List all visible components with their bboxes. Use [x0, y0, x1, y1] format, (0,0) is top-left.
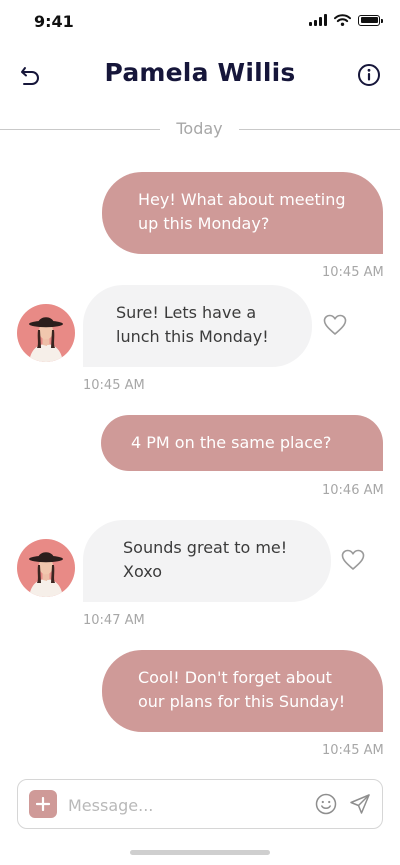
like-button[interactable] [322, 313, 348, 337]
incoming-message-bubble[interactable]: Sure! Lets have a lunch this Monday! [83, 285, 312, 367]
message-timestamp: 10:47 AM [83, 613, 145, 628]
send-button[interactable] [348, 792, 372, 816]
chat-header: Pamela Willis [0, 46, 400, 104]
message-timestamp: 10:46 AM [322, 483, 384, 498]
message-text-line: up this Monday? [138, 214, 270, 233]
outgoing-message-bubble[interactable]: Cool! Don't forget about our plans for t… [102, 650, 383, 732]
paper-plane-icon [350, 794, 370, 814]
heart-outline-icon [341, 549, 365, 570]
wifi-icon [334, 14, 351, 26]
message-text-line: Sounds great to me! [123, 538, 288, 557]
info-button[interactable] [354, 60, 384, 90]
message-text-line: 4 PM on the same place? [131, 433, 332, 452]
plus-icon [36, 797, 50, 811]
message-text-line: Hey! What about meeting [138, 190, 346, 209]
contact-avatar[interactable] [17, 304, 75, 362]
heart-outline-icon [323, 314, 347, 335]
message-composer [17, 779, 383, 829]
message-timestamp: 10:45 AM [322, 743, 384, 758]
status-time: 9:41 [34, 12, 74, 31]
contact-avatar[interactable] [17, 539, 75, 597]
home-indicator [130, 850, 270, 855]
message-timestamp: 10:45 AM [322, 265, 384, 280]
message-text-line: our plans for this Sunday! [138, 692, 346, 711]
message-input[interactable] [68, 792, 300, 818]
info-circle-icon [358, 64, 380, 86]
divider-line [239, 129, 400, 130]
status-icons [309, 14, 383, 26]
message-timestamp: 10:45 AM [83, 378, 145, 393]
emoji-button[interactable] [314, 792, 338, 816]
message-text-line: Sure! Lets have a [116, 303, 257, 322]
smiley-icon [315, 793, 337, 815]
like-button[interactable] [340, 548, 366, 572]
avatar-image [17, 539, 75, 597]
date-divider: Today [0, 118, 400, 140]
add-attachment-button[interactable] [29, 790, 57, 818]
message-text-line: Cool! Don't forget about [138, 668, 332, 687]
battery-icon [358, 14, 383, 26]
message-text-line: lunch this Monday! [116, 327, 269, 346]
outgoing-message-bubble[interactable]: Hey! What about meeting up this Monday? [102, 172, 383, 254]
status-bar: 9:41 [0, 0, 400, 46]
incoming-message-bubble[interactable]: Sounds great to me! Xoxo [83, 520, 331, 602]
date-label: Today [176, 119, 223, 138]
message-text-line: Xoxo [123, 562, 163, 581]
avatar-image [17, 304, 75, 362]
divider-line [0, 129, 160, 130]
cellular-signal-icon [309, 14, 327, 26]
contact-name: Pamela Willis [104, 58, 296, 87]
outgoing-message-bubble[interactable]: 4 PM on the same place? [101, 415, 383, 471]
